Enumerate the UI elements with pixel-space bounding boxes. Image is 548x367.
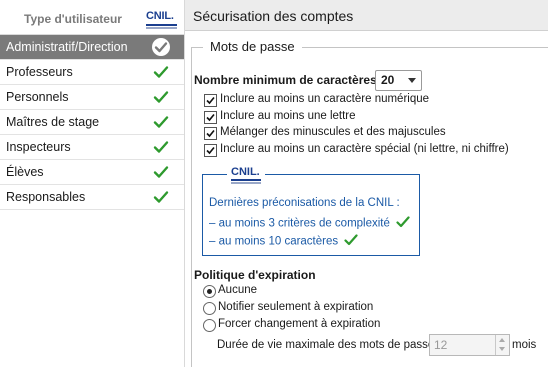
expiration-none-label: Aucune xyxy=(218,284,258,296)
cnil-item-text: au moins 10 caractères xyxy=(218,235,339,248)
cnil-logo-text: CNIL. xyxy=(231,166,260,178)
page-title: Sécurisation des comptes xyxy=(193,8,354,24)
user-type-label: Personnels xyxy=(6,90,69,104)
user-type-panel: Type d'utilisateur CNIL. Administratif/D… xyxy=(0,0,185,367)
cnil-intro-text: Dernières préconisations de la CNIL : xyxy=(209,197,400,209)
chevron-up-icon xyxy=(499,338,505,342)
chevron-down-icon xyxy=(499,347,505,351)
user-type-label: Inspecteurs xyxy=(6,140,71,154)
check-circle-icon xyxy=(152,38,170,56)
max-lifetime-stepper[interactable]: 12 xyxy=(429,334,510,356)
user-type-label: Maîtres de stage xyxy=(6,115,100,129)
divider xyxy=(191,47,192,367)
user-type-label: Professeurs xyxy=(6,65,73,79)
max-lifetime-label: Durée de vie maximale des mots de passe … xyxy=(217,339,441,351)
mixed-case-checkbox[interactable] xyxy=(204,127,217,140)
expiration-none-radio[interactable] xyxy=(203,285,216,298)
cnil-logo-text: CNIL. xyxy=(146,10,174,22)
letter-label: Inclure au moins une lettre xyxy=(220,110,356,122)
cnil-logo: CNIL. xyxy=(227,167,265,184)
cnil-item: – au moins 10 caractères xyxy=(209,234,358,249)
cnil-recommendation-box: CNIL. Dernières préconisations de la CNI… xyxy=(202,167,420,256)
user-type-row-inspecteurs[interactable]: Inspecteurs xyxy=(0,135,184,160)
special-char-label: Inclure au moins un caractère spécial (n… xyxy=(220,143,509,155)
check-icon xyxy=(153,114,169,130)
check-icon xyxy=(153,164,169,180)
expiration-force-label: Forcer changement à expiration xyxy=(218,318,381,330)
user-type-row-professeurs[interactable]: Professeurs xyxy=(0,60,184,85)
expiration-policy-title: Politique d'expiration xyxy=(194,268,316,282)
max-lifetime-unit: mois xyxy=(512,339,537,351)
min-chars-label: Nombre minimum de caractères xyxy=(194,73,377,87)
expiration-notify-label: Notifier seulement à expiration xyxy=(218,301,374,313)
cnil-item: – au moins 3 critères de complexité xyxy=(209,216,410,231)
cnil-logo: CNIL. xyxy=(146,11,180,31)
special-char-checkbox[interactable] xyxy=(204,144,217,157)
account-security-header: Sécurisation des comptes xyxy=(185,0,548,31)
check-icon xyxy=(153,189,169,205)
cnil-item-text: au moins 3 critères de complexité xyxy=(218,217,390,230)
expiration-force-radio[interactable] xyxy=(203,319,216,332)
numeric-char-checkbox[interactable] xyxy=(204,94,217,107)
numeric-char-label: Inclure au moins un caractère numérique xyxy=(220,93,430,105)
check-icon xyxy=(153,64,169,80)
letter-checkbox[interactable] xyxy=(204,111,217,124)
user-type-row-responsables[interactable]: Responsables xyxy=(0,185,184,210)
check-icon xyxy=(153,89,169,105)
max-lifetime-value: 12 xyxy=(434,338,448,352)
account-security-panel: Sécurisation des comptes Mots de passe N… xyxy=(185,0,548,367)
mixed-case-label: Mélanger des minuscules et des majuscule… xyxy=(220,126,446,138)
stepper-buttons[interactable] xyxy=(495,335,509,355)
user-type-label: Administratif/Direction xyxy=(6,40,128,54)
check-icon xyxy=(344,234,358,249)
user-type-label: Responsables xyxy=(6,190,86,204)
user-type-header: Type d'utilisateur CNIL. xyxy=(0,0,184,35)
min-chars-select[interactable]: 20 xyxy=(375,70,422,91)
min-chars-value: 20 xyxy=(381,73,395,87)
check-icon xyxy=(153,139,169,155)
user-type-row-administratif[interactable]: Administratif/Direction xyxy=(0,35,184,60)
user-type-row-maitres-de-stage[interactable]: Maîtres de stage xyxy=(0,110,184,135)
user-type-label: Élèves xyxy=(6,165,44,179)
user-type-header-title: Type d'utilisateur xyxy=(24,12,122,26)
chevron-down-icon xyxy=(408,78,416,83)
password-section-legend: Mots de passe xyxy=(203,39,302,54)
check-icon xyxy=(396,216,410,231)
user-type-row-personnels[interactable]: Personnels xyxy=(0,85,184,110)
expiration-notify-radio[interactable] xyxy=(203,302,216,315)
user-type-row-eleves[interactable]: Élèves xyxy=(0,160,184,185)
